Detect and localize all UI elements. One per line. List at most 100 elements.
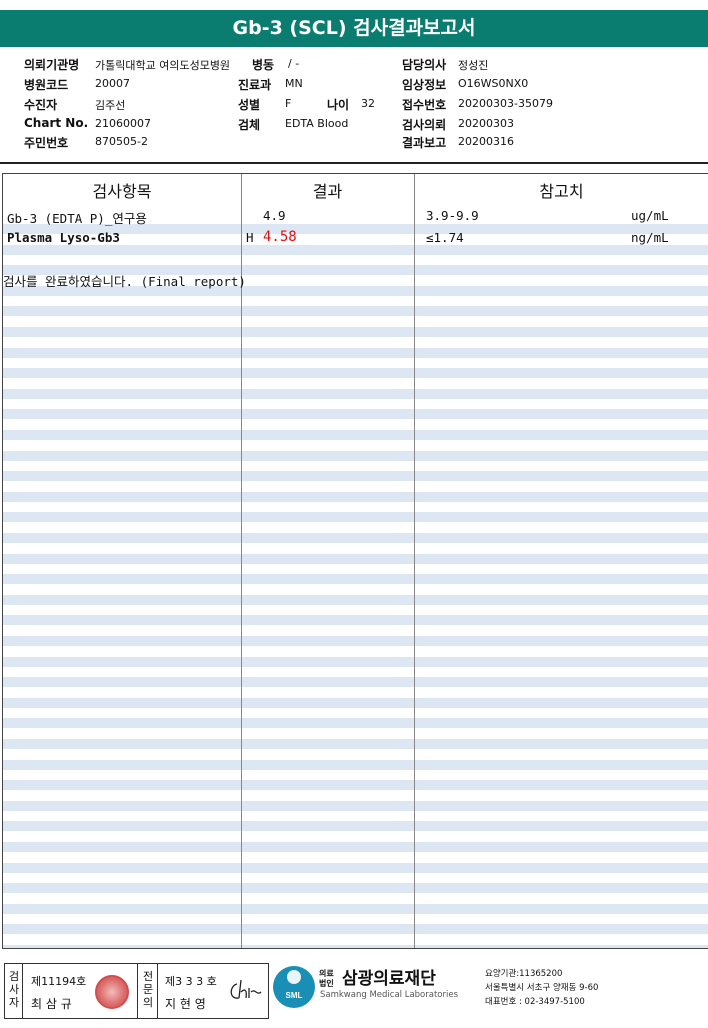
reception-label: 접수번호 [402, 98, 447, 112]
unit: ug/mL [631, 208, 669, 223]
age-label: 나이 [327, 98, 350, 112]
sml-logo: SML [272, 965, 316, 1013]
column-divider [414, 174, 415, 948]
row-stripe [3, 471, 708, 482]
hospital-code-value: 20007 [95, 77, 130, 90]
doctor-value: 정성진 [458, 59, 489, 72]
row-stripe [3, 430, 708, 440]
row-stripe [3, 656, 708, 667]
row-stripe [3, 924, 708, 935]
row-stripe [3, 842, 708, 852]
corp-name: 삼광의료재단 [342, 969, 436, 989]
request-value: 20200303 [458, 117, 514, 130]
column-divider [241, 174, 242, 948]
ward-label: 병동 [252, 58, 275, 72]
row-stripe [3, 553, 708, 564]
row-stripe [3, 821, 708, 832]
patient-label: 수진자 [24, 98, 58, 112]
row-stripe [3, 759, 708, 770]
id-label: 주민번호 [24, 136, 69, 150]
row-stripe [3, 574, 708, 585]
row-stripe [3, 883, 708, 894]
header-result: 결과 [312, 182, 343, 201]
row-stripe [3, 368, 708, 379]
row-stripe [3, 327, 708, 337]
row-stripe [3, 677, 708, 688]
patient-value: 김주선 [95, 99, 126, 112]
row-stripe [3, 945, 708, 948]
row-stripe [3, 718, 708, 729]
request-label: 검사의뢰 [402, 118, 447, 132]
examiner-name: 최 삼 규 [31, 997, 72, 1011]
sex-value: F [285, 97, 292, 110]
unit: ng/mL [631, 230, 669, 245]
test-result: 4.58 [263, 229, 297, 245]
ward-value: / - [288, 57, 300, 70]
reference-range: 3.9-9.9 [426, 208, 479, 223]
report-title: Gb-3 (SCL) 검사결과보고서 [0, 10, 708, 47]
signature [230, 979, 262, 999]
official-seal [95, 975, 129, 1009]
report-footer: 검사자 제11194호 최 삼 규 전문의 제3 3 3 호 지 현 영 SML… [0, 961, 708, 1028]
department-label: 진료과 [238, 78, 272, 92]
chart-value: 21060007 [95, 117, 151, 130]
sex-label: 성별 [238, 98, 261, 112]
specimen-value: EDTA Blood [285, 117, 349, 130]
row-stripe [3, 594, 708, 605]
row-stripe [3, 903, 708, 914]
row-stripe [3, 512, 708, 523]
test-result: 4.9 [263, 208, 286, 223]
id-value: 870505-2 [95, 135, 148, 148]
reference-range: ≤1.74 [426, 230, 464, 245]
row-stripe [3, 306, 708, 317]
patient-info: 의뢰기관명 가톨릭대학교 여의도성모병원 병동 / - 담당의사 정성진 병원코… [0, 52, 708, 152]
row-stripe [3, 244, 708, 255]
specialist-label: 전문의 [142, 970, 154, 1009]
corp-type: 의료법인 [319, 969, 334, 988]
report-value: 20200316 [458, 135, 514, 148]
specialist-name: 지 현 영 [165, 997, 206, 1011]
test-item: Gb-3 (EDTA P)_연구용 [7, 211, 147, 226]
row-stripe [3, 347, 708, 358]
institution-value: 가톨릭대학교 여의도성모병원 [95, 59, 231, 72]
corp-address: 서울특별시 서초구 양재동 9-60 [485, 983, 599, 993]
row-stripe [3, 739, 708, 749]
results-table: 검사항목 결과 참고치 Gb-3 (EDTA P)_연구용 4.9 3.9-9.… [2, 173, 708, 949]
department-value: MN [285, 77, 303, 90]
high-flag: H [246, 230, 254, 245]
row-stripe [3, 780, 708, 791]
examiner-label: 검사자 [8, 970, 20, 1009]
header-item: 검사항목 [92, 182, 152, 201]
examiner-number: 제11194호 [31, 975, 87, 988]
row-stripe [3, 533, 708, 543]
header-reference: 참고치 [539, 182, 584, 201]
row-stripe [3, 636, 708, 646]
row-stripe [3, 450, 708, 461]
doctor-label: 담당의사 [402, 58, 447, 72]
institution-label: 의뢰기관명 [24, 58, 80, 72]
row-stripe [3, 409, 708, 420]
row-stripe [3, 697, 708, 708]
row-stripe [3, 862, 708, 873]
specialist-number: 제3 3 3 호 [165, 975, 217, 988]
hospital-code-label: 병원코드 [24, 78, 69, 92]
row-stripe [3, 800, 708, 811]
corp-english-name: Samkwang Medical Laboratories [320, 990, 459, 1000]
clinical-info-label: 임상정보 [402, 78, 447, 92]
reception-value: 20200303-35079 [458, 97, 553, 110]
corp-phone: 대표번호 : 02-3497-5100 [485, 997, 585, 1007]
age-value: 32 [361, 97, 375, 110]
specimen-label: 검체 [238, 118, 261, 132]
chart-label: Chart No. [24, 116, 89, 130]
logo-text: SML [286, 991, 303, 1000]
row-stripe [3, 615, 708, 626]
report-label: 결과보고 [402, 136, 447, 150]
divider-line [0, 162, 708, 164]
signature-box: 검사자 제11194호 최 삼 규 전문의 제3 3 3 호 지 현 영 [4, 963, 269, 1019]
final-report-note: 검사를 완료하였습니다. (Final report) [3, 274, 246, 289]
test-item: Plasma Lyso-Gb3 [7, 230, 120, 245]
row-stripe [3, 491, 708, 502]
row-stripe [3, 388, 708, 399]
clinical-info-value: O16WS0NX0 [458, 77, 529, 90]
institution-code: 요양기관:11365200 [485, 969, 563, 979]
